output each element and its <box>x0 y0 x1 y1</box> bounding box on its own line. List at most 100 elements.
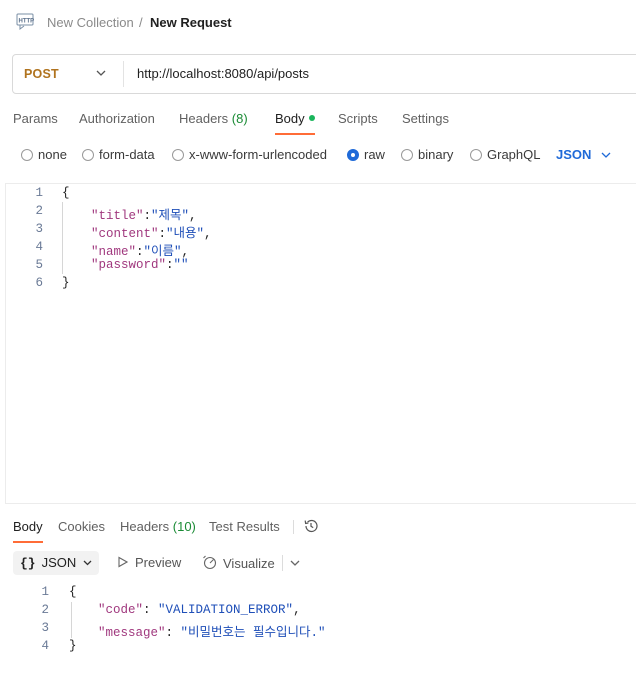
response-tab-headers-count: (10) <box>172 519 196 534</box>
response-format-label: {} JSON <box>20 555 77 571</box>
tab-scripts[interactable]: Scripts <box>338 111 378 126</box>
json-punctuation: , <box>293 603 301 617</box>
tab-headers-count: (8) <box>231 111 248 126</box>
raw-format-select[interactable]: JSON <box>556 147 591 162</box>
body-type-options: none form-data x-www-form-urlencoded raw… <box>0 147 636 165</box>
json-punctuation: } <box>69 639 77 653</box>
svg-text:HTTP: HTTP <box>19 19 35 25</box>
radio-urlencoded-label[interactable]: x-www-form-urlencoded <box>189 147 327 162</box>
breadcrumb: HTTP New Collection / New Request <box>0 0 636 44</box>
line-number: 1 <box>41 585 49 599</box>
history-icon[interactable] <box>303 518 319 534</box>
radio-form-data[interactable] <box>82 149 94 161</box>
tab-body-label: Body <box>275 111 305 126</box>
json-key: "code" <box>98 603 144 617</box>
http-icon: HTTP <box>16 13 35 30</box>
chevron-down-icon[interactable] <box>601 152 611 159</box>
json-string: "제목" <box>151 209 190 223</box>
response-body-viewer[interactable]: 1 {2 "code": "VALIDATION_ERROR", 3 "message"… <box>0 584 636 664</box>
json-string: "비밀번호는 필수입니다." <box>180 626 326 640</box>
tab-headers[interactable]: Headers (8) <box>179 111 248 126</box>
tab-params[interactable]: Params <box>13 111 58 126</box>
line-number: 3 <box>35 222 43 236</box>
indent-guide <box>62 202 63 274</box>
radio-graphql-label[interactable]: GraphQL <box>487 147 540 162</box>
visualize-icon <box>203 555 217 570</box>
breadcrumb-collection[interactable]: New Collection <box>47 15 134 30</box>
preview-label: Preview <box>135 555 182 570</box>
response-tab-cookies[interactable]: Cookies <box>58 519 105 534</box>
tab-settings[interactable]: Settings <box>402 111 449 126</box>
divider <box>293 520 294 534</box>
radio-none[interactable] <box>21 149 33 161</box>
json-string: "이름" <box>143 245 182 259</box>
preview-button[interactable]: Preview <box>117 555 181 570</box>
code-line: { <box>62 186 70 200</box>
tab-body[interactable]: Body <box>275 111 315 126</box>
json-punctuation: : <box>165 626 181 640</box>
json-string: "내용" <box>166 227 205 241</box>
request-body-editor[interactable]: 1{2 "title":"제목", 3 "content":"내용", 4 "name":… <box>5 183 636 504</box>
radio-binary-label[interactable]: binary <box>418 147 453 162</box>
code-line: { <box>69 585 77 599</box>
code-line: } <box>69 639 77 653</box>
code-line: "name":"이름", <box>91 240 189 259</box>
line-number: 6 <box>35 276 43 290</box>
json-punctuation: , <box>181 245 190 259</box>
method-select[interactable]: POST <box>24 67 59 81</box>
indent-guide <box>71 602 72 638</box>
line-number: 5 <box>35 258 43 272</box>
play-icon <box>118 556 129 568</box>
radio-binary[interactable] <box>401 149 413 161</box>
braces-icon: {} <box>20 556 36 571</box>
line-number: 2 <box>35 204 43 218</box>
chevron-down-icon[interactable] <box>290 560 300 567</box>
json-punctuation: : <box>143 603 159 617</box>
url-bar: POST <box>12 54 636 94</box>
code-line: "code": "VALIDATION_ERROR", <box>98 603 301 617</box>
tab-authorization[interactable]: Authorization <box>79 111 155 126</box>
json-key: "password" <box>91 258 167 272</box>
json-key: "name" <box>91 245 137 259</box>
active-tab-indicator <box>275 133 315 135</box>
tab-headers-label: Headers <box>179 111 229 126</box>
json-punctuation: , <box>189 209 197 223</box>
line-number: 1 <box>35 186 43 200</box>
chevron-down-icon[interactable] <box>96 69 106 77</box>
line-number: 4 <box>35 240 43 254</box>
radio-none-label[interactable]: none <box>38 147 67 162</box>
divider <box>123 61 124 87</box>
json-punctuation: : <box>166 258 174 272</box>
visualize-button[interactable]: Visualize <box>202 555 275 571</box>
code-line: "title":"제목", <box>91 204 197 223</box>
json-string: "" <box>173 258 189 272</box>
breadcrumb-separator: / <box>139 15 143 30</box>
response-format-select[interactable]: {} JSON <box>13 551 99 575</box>
breadcrumb-request-name[interactable]: New Request <box>150 15 232 30</box>
active-response-tab-indicator <box>13 541 43 543</box>
json-punctuation: : <box>158 227 167 241</box>
response-tab-headers[interactable]: Headers (10) <box>120 519 196 534</box>
radio-raw[interactable] <box>347 149 359 161</box>
response-tab-test-results[interactable]: Test Results <box>209 519 280 534</box>
radio-form-data-label[interactable]: form-data <box>99 147 155 162</box>
divider <box>282 555 283 571</box>
json-key: "title" <box>91 209 144 223</box>
json-punctuation: { <box>62 186 70 200</box>
line-number: 4 <box>41 639 49 653</box>
radio-graphql[interactable] <box>470 149 482 161</box>
response-tab-body[interactable]: Body <box>13 519 43 534</box>
json-punctuation: : <box>143 209 152 223</box>
json-punctuation: : <box>136 245 144 259</box>
code-line: "message": "비밀번호는 필수입니다." <box>98 621 326 640</box>
url-input[interactable] <box>137 66 617 81</box>
json-punctuation: } <box>62 276 70 290</box>
code-line: "content":"내용", <box>91 222 212 241</box>
radio-raw-label[interactable]: raw <box>364 147 385 162</box>
visualize-label: Visualize <box>223 556 275 571</box>
radio-urlencoded[interactable] <box>172 149 184 161</box>
json-key: "content" <box>91 227 159 241</box>
json-punctuation: { <box>69 585 77 599</box>
line-number: 2 <box>41 603 49 617</box>
code-line: } <box>62 276 70 290</box>
